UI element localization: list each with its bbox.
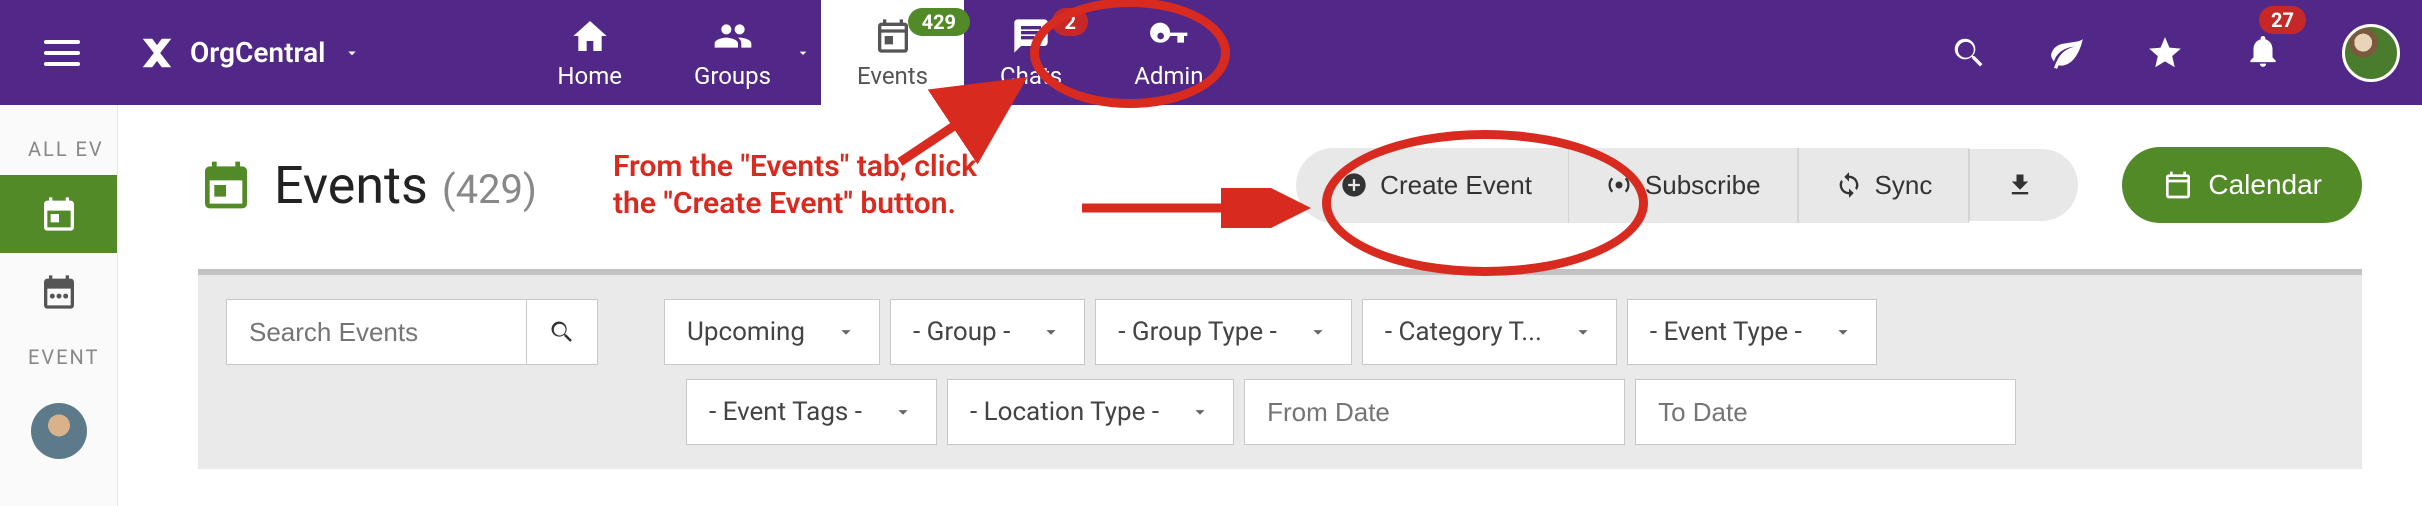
key-icon: [1149, 16, 1189, 56]
notifications-badge: 27: [2259, 6, 2306, 34]
chats-count-badge: 2: [1052, 8, 1088, 36]
sync-label: Sync: [1875, 170, 1933, 201]
filter-event-type-label: - Event Type -: [1650, 317, 1802, 347]
calendar-dots-icon: [39, 272, 79, 312]
topbar-tools: 27: [1950, 24, 2400, 82]
filter-category-label: - Category T...: [1385, 317, 1542, 347]
filter-location-type-label: - Location Type -: [970, 397, 1159, 427]
action-button-group: Create Event Subscribe Sync Calendar: [1296, 147, 2362, 223]
page-header: Events (429) From the "Events" tab, clic…: [198, 147, 2362, 223]
bell-icon: [2244, 32, 2282, 70]
nav-groups-label: Groups: [694, 62, 771, 90]
download-button[interactable]: [1969, 149, 2078, 221]
search-icon[interactable]: [1950, 34, 1988, 72]
calendar-icon: [2162, 169, 2194, 201]
main-content: Events (429) From the "Events" tab, clic…: [118, 105, 2422, 506]
download-icon: [2006, 171, 2034, 199]
groups-icon: [713, 16, 753, 56]
star-icon[interactable]: [2146, 34, 2184, 72]
nav-chats-label: Chats: [1000, 62, 1062, 90]
calendar-button[interactable]: Calendar: [2122, 147, 2362, 223]
search-submit-button[interactable]: [526, 299, 598, 365]
main-nav: Home Groups Events 429 Chats 2 Admin: [521, 0, 1239, 105]
nav-events-label: Events: [857, 62, 928, 90]
nav-admin[interactable]: Admin: [1098, 0, 1239, 105]
filter-upcoming-label: Upcoming: [687, 317, 805, 347]
calendar-day-icon: [198, 157, 254, 213]
create-event-label: Create Event: [1380, 170, 1532, 201]
brand-name: OrgCentral: [190, 36, 325, 69]
filter-group[interactable]: - Group -: [890, 299, 1085, 365]
rail-avatar-item[interactable]: [31, 403, 87, 459]
nav-chats[interactable]: Chats 2: [964, 0, 1098, 105]
chevron-down-icon: [1832, 321, 1854, 343]
rail-all-events-label: ALL EV: [0, 123, 117, 175]
filter-event-tags[interactable]: - Event Tags -: [686, 379, 937, 445]
chevron-down-icon: [1189, 401, 1211, 423]
calendar-label: Calendar: [2208, 169, 2322, 201]
brand-dropdown[interactable]: OrgCentral: [138, 34, 361, 72]
rail-event-label: EVENT: [0, 331, 117, 383]
rail-calendar-item[interactable]: [0, 175, 117, 253]
filter-upcoming[interactable]: Upcoming: [664, 299, 880, 365]
chevron-down-icon: [1572, 321, 1594, 343]
menu-toggle[interactable]: [44, 31, 88, 75]
rail-calendar-dots-item[interactable]: [0, 253, 117, 331]
annotation-text: From the "Events" tab, click the "Create…: [613, 148, 977, 223]
annotation-line1: From the "Events" tab, click: [613, 149, 977, 184]
calendar-icon: [873, 16, 913, 56]
chevron-down-icon: [892, 401, 914, 423]
sync-icon: [1835, 171, 1863, 199]
nav-events[interactable]: Events 429: [821, 0, 964, 105]
leaf-icon[interactable]: [2048, 34, 2086, 72]
filter-event-type[interactable]: - Event Type -: [1627, 299, 1877, 365]
left-rail: ALL EV EVENT: [0, 105, 118, 506]
user-avatar[interactable]: [2342, 24, 2400, 82]
calendar-day-icon: [39, 194, 79, 234]
filter-bar: Upcoming - Group - - Group Type - - Cate…: [198, 275, 2362, 469]
from-date-input[interactable]: [1244, 379, 1625, 445]
search-icon: [548, 318, 576, 346]
nav-groups[interactable]: Groups: [658, 0, 781, 105]
filter-group-type[interactable]: - Group Type -: [1095, 299, 1352, 365]
filter-category[interactable]: - Category T...: [1362, 299, 1617, 365]
chevron-down-icon: [1040, 321, 1062, 343]
caret-down-icon: [795, 45, 811, 61]
search-events-group: [226, 299, 598, 365]
subscribe-label: Subscribe: [1645, 170, 1761, 201]
page-title-count: (429): [442, 166, 537, 213]
home-icon: [570, 16, 610, 56]
filter-group-label: - Group -: [913, 317, 1010, 347]
plus-circle-icon: [1340, 171, 1368, 199]
filter-location-type[interactable]: - Location Type -: [947, 379, 1234, 445]
subscribe-button[interactable]: Subscribe: [1568, 148, 1798, 223]
create-event-button[interactable]: Create Event: [1296, 148, 1568, 223]
sync-button[interactable]: Sync: [1798, 148, 1970, 223]
page-title: Events (429): [274, 155, 537, 216]
nav-home-label: Home: [557, 62, 622, 90]
search-input[interactable]: [226, 299, 526, 365]
chevron-down-icon: [835, 321, 857, 343]
filter-event-tags-label: - Event Tags -: [709, 397, 862, 427]
annotation-line2: the "Create Event" button.: [613, 186, 956, 221]
chevron-down-icon: [1307, 321, 1329, 343]
to-date-input[interactable]: [1635, 379, 2016, 445]
nav-admin-label: Admin: [1134, 62, 1203, 90]
broadcast-icon: [1605, 171, 1633, 199]
filter-group-type-label: - Group Type -: [1118, 317, 1277, 347]
chat-icon: [1011, 16, 1051, 56]
page-title-text: Events: [274, 155, 428, 216]
caret-down-icon: [343, 44, 361, 62]
events-count-badge: 429: [908, 8, 970, 36]
notifications-button[interactable]: 27: [2244, 32, 2282, 74]
org-logo-icon: [138, 34, 176, 72]
nav-home[interactable]: Home: [521, 0, 658, 105]
top-bar: OrgCentral Home Groups Events 429 Chats …: [0, 0, 2422, 105]
